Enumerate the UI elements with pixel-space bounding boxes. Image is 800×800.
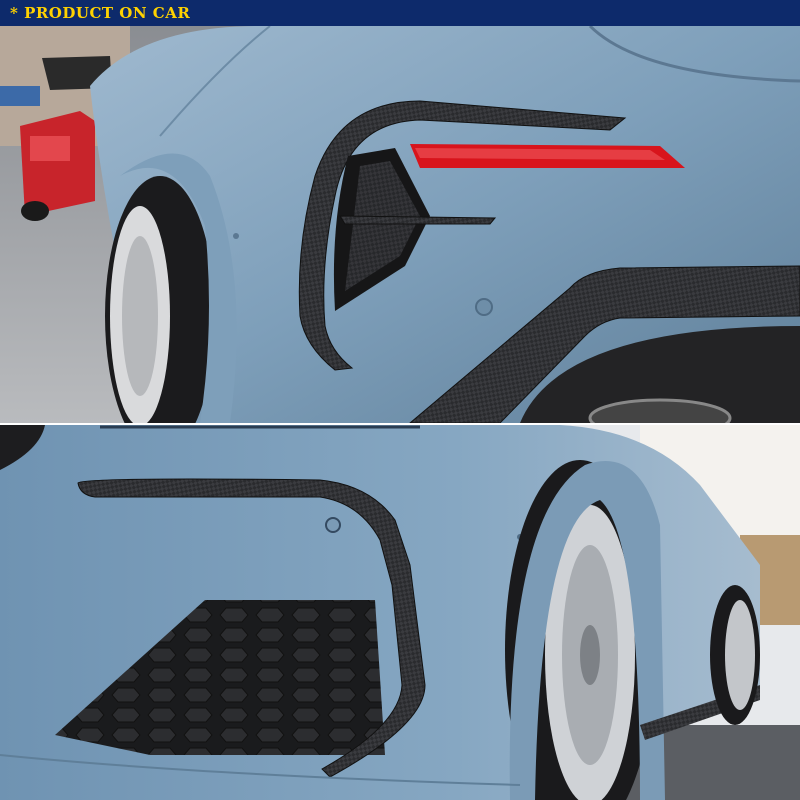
banner-title: * PRODUCT ON CAR <box>10 4 191 22</box>
title-banner: * PRODUCT ON CAR <box>0 0 800 26</box>
front-bumper-photo <box>0 425 800 800</box>
rear-bumper-photo <box>0 26 800 423</box>
product-image: * PRODUCT ON CAR <box>0 0 800 800</box>
